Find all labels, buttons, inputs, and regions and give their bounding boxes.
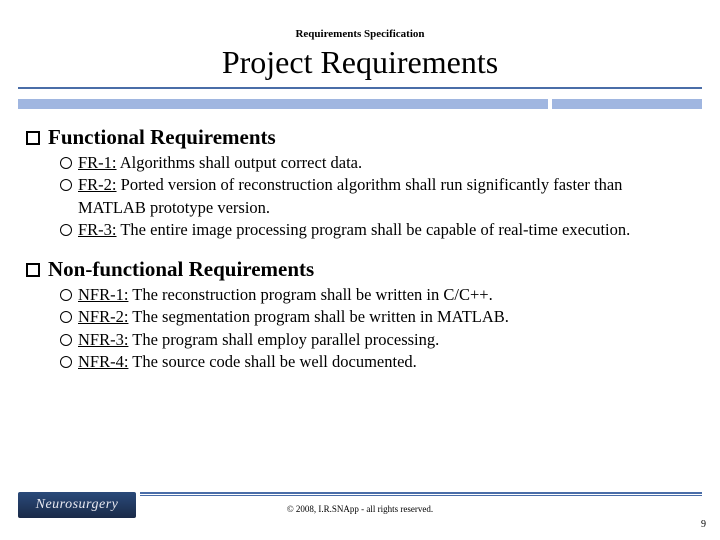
req-label: NFR-3:: [78, 330, 128, 349]
slide-title: Project Requirements: [0, 44, 720, 81]
square-bullet-icon: [26, 131, 40, 145]
list-item: FR-3: The entire image processing progra…: [60, 219, 694, 241]
slide-subtitle: Requirements Specification: [0, 28, 720, 40]
section-heading-nonfunctional: Non-functional Requirements: [26, 257, 694, 282]
circle-bullet-icon: [60, 179, 72, 191]
page-number: 9: [701, 519, 706, 530]
slide-content: Functional Requirements FR-1: Algorithms…: [0, 109, 720, 373]
circle-bullet-icon: [60, 311, 72, 323]
section-heading-text: Non-functional Requirements: [48, 257, 314, 282]
req-text: The segmentation program shall be writte…: [128, 307, 509, 326]
req-text: The program shall employ parallel proces…: [128, 330, 439, 349]
list-item: NFR-3: The program shall employ parallel…: [60, 329, 694, 351]
req-label: FR-2:: [78, 175, 117, 194]
logo-text: Neurosurgery: [36, 497, 119, 513]
section-heading-functional: Functional Requirements: [26, 125, 694, 150]
footer-divider: [140, 492, 702, 494]
req-text: The entire image processing program shal…: [117, 220, 631, 239]
circle-bullet-icon: [60, 224, 72, 236]
footer-divider: [140, 495, 702, 496]
circle-bullet-icon: [60, 356, 72, 368]
title-underline: [18, 87, 702, 89]
req-label: NFR-4:: [78, 352, 128, 371]
circle-bullet-icon: [60, 334, 72, 346]
slide-footer: Neurosurgery © 2008, I.R.SNApp - all rig…: [0, 492, 720, 540]
req-label: NFR-1:: [78, 285, 128, 304]
logo: Neurosurgery: [18, 492, 136, 518]
req-label: FR-3:: [78, 220, 117, 239]
list-item: NFR-2: The segmentation program shall be…: [60, 306, 694, 328]
square-bullet-icon: [26, 263, 40, 277]
req-label: NFR-2:: [78, 307, 128, 326]
req-text: Algorithms shall output correct data.: [117, 153, 363, 172]
req-label: FR-1:: [78, 153, 117, 172]
accent-bar: [18, 99, 702, 109]
circle-bullet-icon: [60, 289, 72, 301]
list-item: NFR-1: The reconstruction program shall …: [60, 284, 694, 306]
req-text: The reconstruction program shall be writ…: [128, 285, 492, 304]
functional-list: FR-1: Algorithms shall output correct da…: [26, 152, 694, 241]
slide-header: Requirements Specification Project Requi…: [0, 0, 720, 109]
section-heading-text: Functional Requirements: [48, 125, 276, 150]
list-item: NFR-4: The source code shall be well doc…: [60, 351, 694, 373]
circle-bullet-icon: [60, 157, 72, 169]
list-item: FR-2: Ported version of reconstruction a…: [60, 174, 694, 219]
nonfunctional-list: NFR-1: The reconstruction program shall …: [26, 284, 694, 373]
list-item: FR-1: Algorithms shall output correct da…: [60, 152, 694, 174]
req-text: The source code shall be well documented…: [128, 352, 416, 371]
req-text: Ported version of reconstruction algorit…: [78, 175, 622, 216]
